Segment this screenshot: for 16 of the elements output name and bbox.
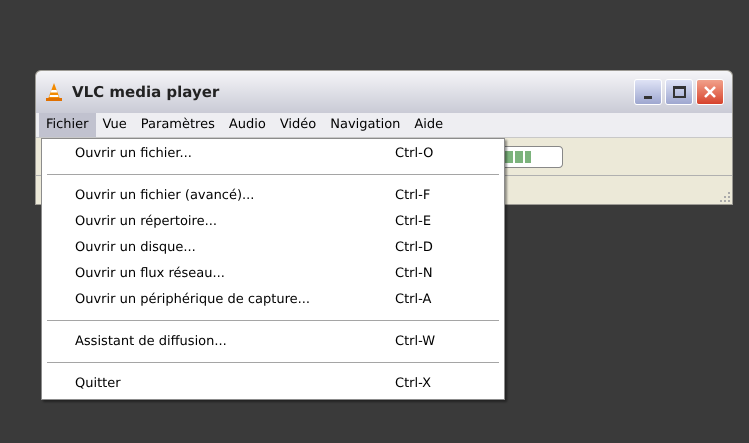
menu-item[interactable]: Ouvrir un répertoire... Ctrl-E <box>42 209 504 235</box>
menu-item[interactable]: Ouvrir un fichier... Ctrl-O <box>42 141 504 167</box>
menu-item[interactable]: Ouvrir un disque... Ctrl-D <box>42 235 504 261</box>
menu-item[interactable]: Assistant de diffusion... Ctrl-W <box>42 329 504 355</box>
menu-bar-item[interactable]: Navigation <box>323 113 408 137</box>
menu-bar-item[interactable]: Vue <box>96 113 134 137</box>
menu-bar-item[interactable]: Vidéo <box>272 113 324 137</box>
menu-item[interactable]: Ouvrir un fichier (avancé)... Ctrl-F <box>42 183 504 209</box>
menu-bar-item[interactable]: Paramètres <box>134 113 222 137</box>
menu-bar-item[interactable]: Audio <box>222 113 273 137</box>
menu-item[interactable]: Quitter Ctrl-X <box>42 371 504 397</box>
menu-item[interactable]: Ouvrir un flux réseau... Ctrl-N <box>42 261 504 287</box>
window-title: VLC media player <box>72 82 220 103</box>
menu-bar-item[interactable]: Fichier <box>39 113 96 137</box>
menu-bar-item[interactable]: Aide <box>407 113 450 137</box>
menu-item[interactable]: Ouvrir un périphérique de capture... Ctrl-A <box>42 287 504 313</box>
